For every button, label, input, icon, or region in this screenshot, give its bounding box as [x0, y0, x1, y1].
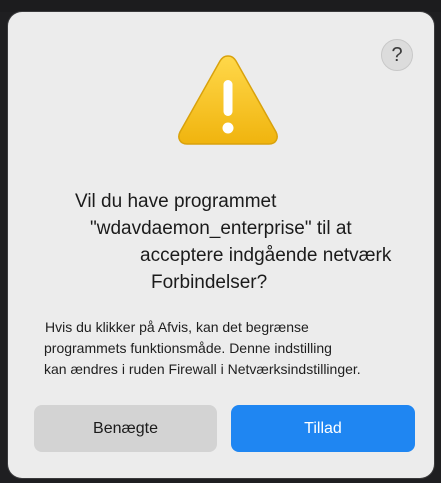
window-top-strip — [0, 0, 441, 12]
allow-button-label: Tillad — [304, 419, 342, 437]
message-line: Hvis du klikker på Afvis, kan det begræn… — [45, 319, 309, 335]
help-button[interactable]: ? — [381, 39, 413, 71]
deny-button[interactable]: Benægte — [34, 405, 217, 452]
allow-button[interactable]: Tillad — [231, 405, 415, 452]
title-line: Forbindelser? — [151, 272, 268, 293]
help-icon: ? — [391, 43, 403, 66]
firewall-alert-dialog: ? Vil du have programmet "wdavdaemon_ent… — [8, 12, 434, 478]
title-line: acceptere indgående netværk — [140, 245, 392, 266]
title-line: "wdavdaemon_enterprise" til at — [90, 218, 352, 239]
message-line: programmets funktionsmåde. Denne indstil… — [44, 340, 332, 356]
deny-button-label: Benægte — [93, 419, 158, 437]
title-line: Vil du have programmet — [75, 191, 277, 212]
message-line: kan ændres i ruden Firewall i Netværksin… — [44, 361, 361, 377]
warning-triangle-icon — [178, 55, 278, 145]
